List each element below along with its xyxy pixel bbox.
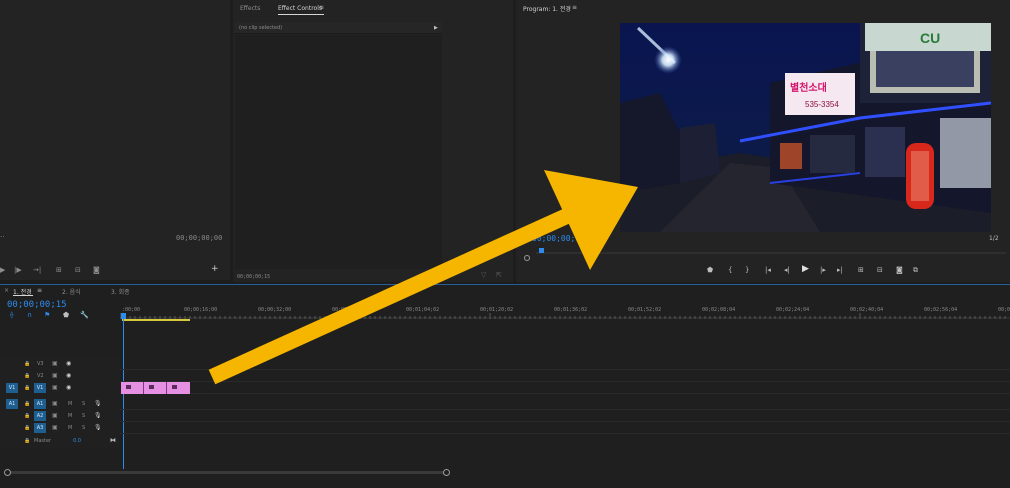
annotation-arrow bbox=[208, 170, 638, 385]
